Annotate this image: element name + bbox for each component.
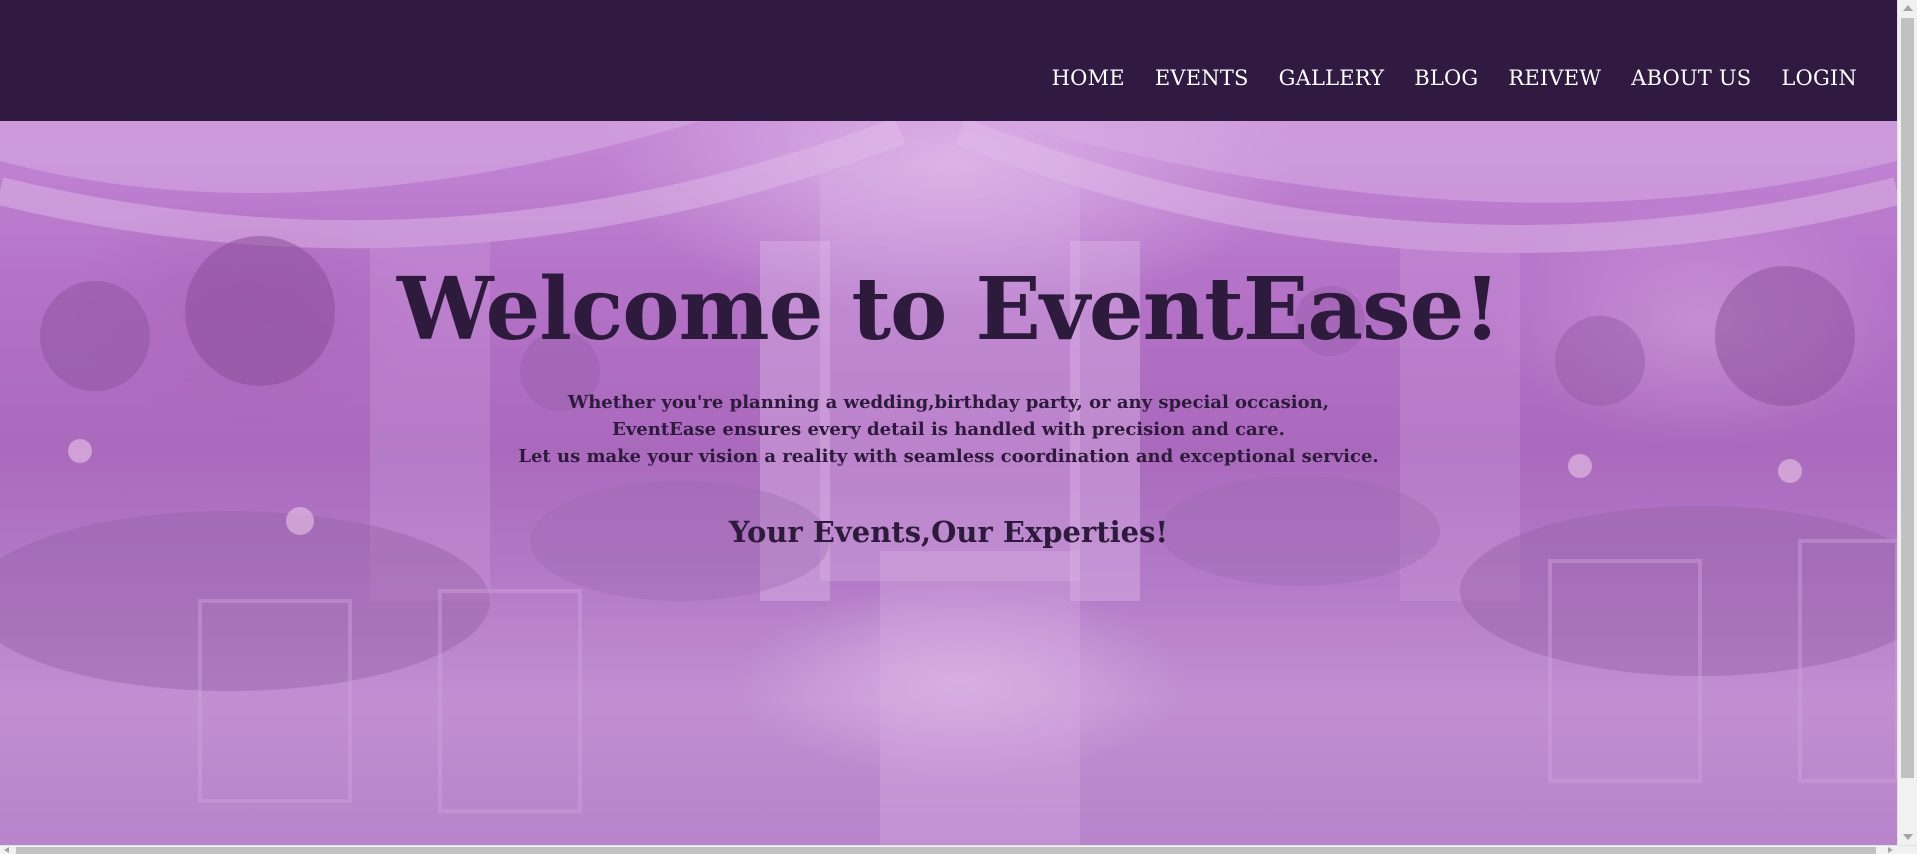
nav-login-link[interactable]: LOGIN <box>1781 66 1857 90</box>
hero-background-image <box>0 121 1897 845</box>
scroll-down-arrow-icon[interactable] <box>1903 834 1913 840</box>
hero-description-line: Whether you're planning a wedding,birthd… <box>568 392 1329 413</box>
navbar: HOME EVENTS GALLERY BLOG REIVEW ABOUT US… <box>0 0 1897 121</box>
horizontal-scrollbar-thumb[interactable] <box>16 847 1876 854</box>
scroll-left-arrow-icon[interactable] <box>4 847 9 853</box>
nav-blog-link[interactable]: BLOG <box>1414 66 1478 90</box>
hero-title: Welcome to EventEase! <box>396 259 1501 360</box>
nav-about-us-link[interactable]: ABOUT US <box>1631 66 1751 90</box>
horizontal-scrollbar[interactable] <box>0 845 1917 854</box>
hero-section: Welcome to EventEase! Whether you're pla… <box>0 121 1897 845</box>
hero-description-line: EventEase ensures every detail is handle… <box>612 419 1285 440</box>
nav-home-link[interactable]: HOME <box>1052 66 1125 90</box>
nav-review-link[interactable]: REIVEW <box>1508 66 1601 90</box>
scroll-up-arrow-icon[interactable] <box>1903 5 1913 11</box>
page: HOME EVENTS GALLERY BLOG REIVEW ABOUT US… <box>0 0 1917 854</box>
scroll-right-arrow-icon[interactable] <box>1888 847 1893 853</box>
nav-gallery-link[interactable]: GALLERY <box>1279 66 1385 90</box>
hero-tagline: Your Events,Our Experties! <box>728 515 1169 549</box>
vertical-scrollbar[interactable] <box>1897 0 1917 845</box>
hero-description: Whether you're planning a wedding,birthd… <box>0 389 1897 470</box>
hero-description-line: Let us make your vision a reality with s… <box>518 446 1379 467</box>
vertical-scrollbar-thumb[interactable] <box>1901 18 1914 778</box>
nav-events-link[interactable]: EVENTS <box>1155 66 1249 90</box>
